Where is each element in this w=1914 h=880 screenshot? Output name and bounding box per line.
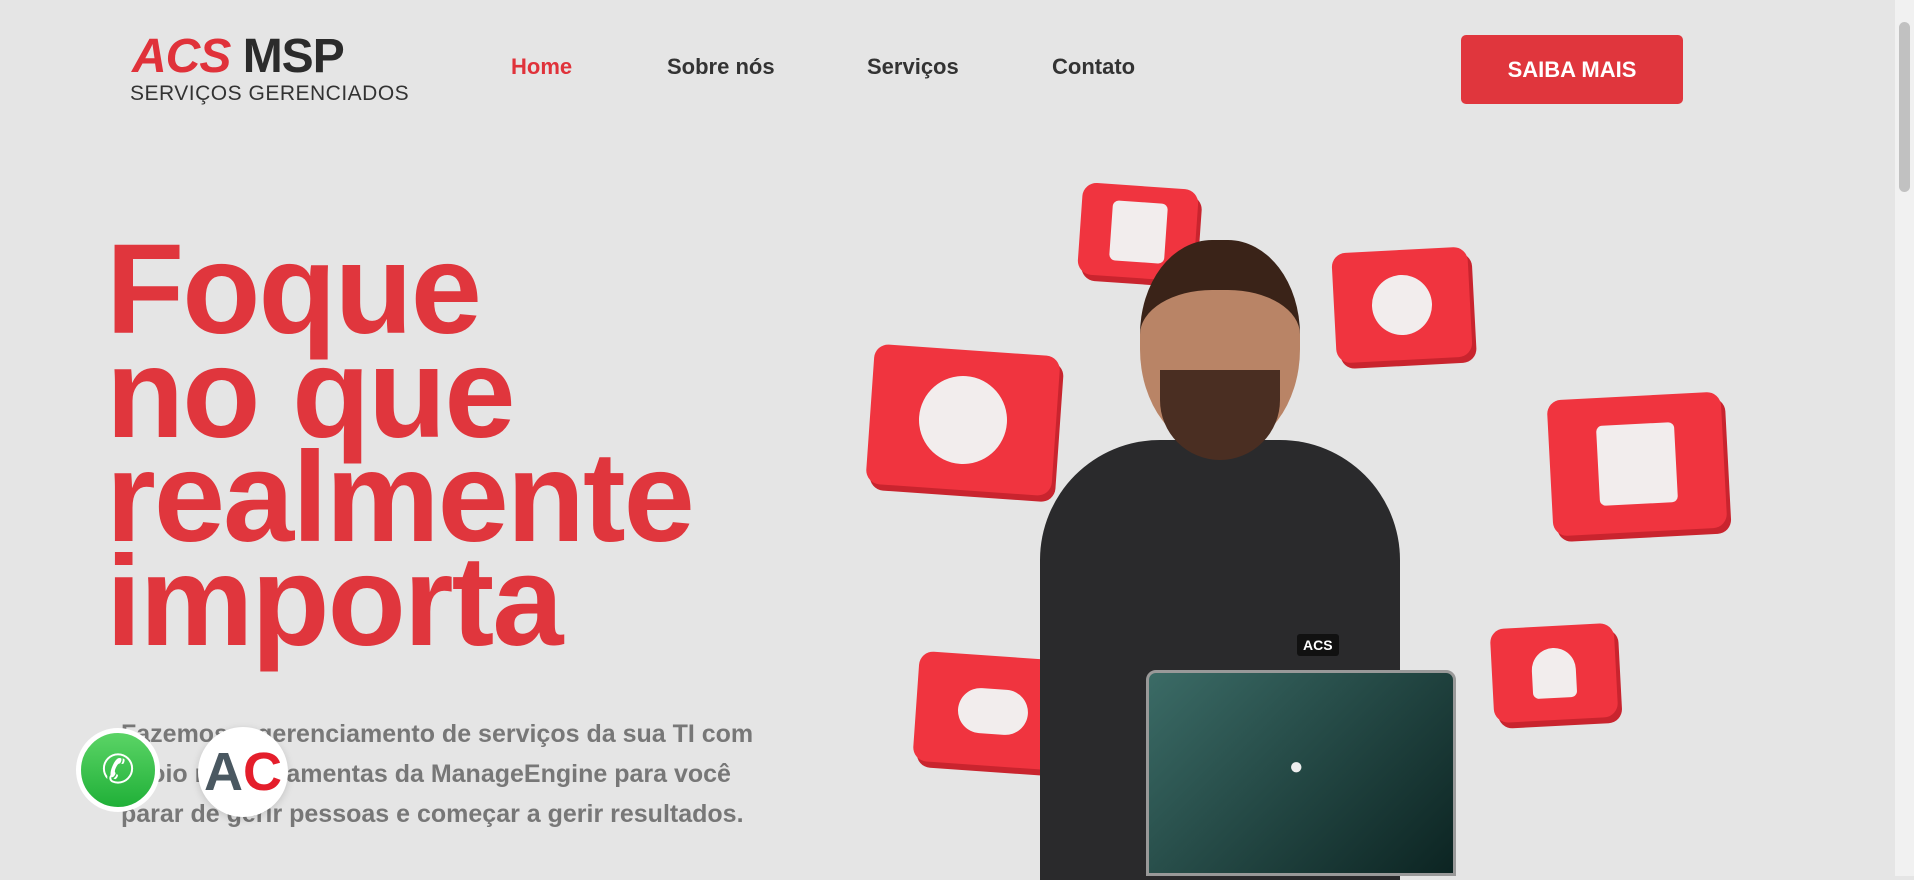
logo-acs: ACS [132, 30, 231, 83]
chat-badge-c: C [243, 742, 282, 802]
hero-image: ACS ● [860, 180, 1740, 880]
chat-avatar-button[interactable]: AC [198, 727, 288, 817]
phone-icon: ✆ [101, 748, 135, 792]
saiba-mais-button[interactable]: SAIBA MAIS [1461, 35, 1683, 104]
vest-logo: ACS [1297, 634, 1339, 656]
scrollbar[interactable] [1895, 0, 1914, 876]
laptop: ● [1146, 670, 1456, 876]
apple-logo-icon: ● [1289, 753, 1304, 780]
scrollbar-thumb[interactable] [1899, 22, 1910, 192]
nav-sobre-nos[interactable]: Sobre nós [667, 54, 775, 80]
logo-msp: MSP [242, 30, 345, 83]
whatsapp-button[interactable]: ✆ [76, 728, 160, 812]
logo[interactable]: ACS MSP SERVIÇOS GERENCIADOS [128, 30, 409, 107]
logo-tagline: SERVIÇOS GERENCIADOS [130, 82, 410, 105]
pie-chart-icon [865, 343, 1061, 497]
user-icon [1489, 622, 1619, 724]
calendar-icon [1546, 391, 1728, 537]
nav-contato[interactable]: Contato [1052, 54, 1135, 80]
hero-headline: Foque no que realmente importa [106, 226, 695, 666]
nav-servicos[interactable]: Serviços [867, 54, 959, 80]
chat-badge-a: A [204, 742, 243, 802]
nav-home[interactable]: Home [511, 54, 572, 80]
